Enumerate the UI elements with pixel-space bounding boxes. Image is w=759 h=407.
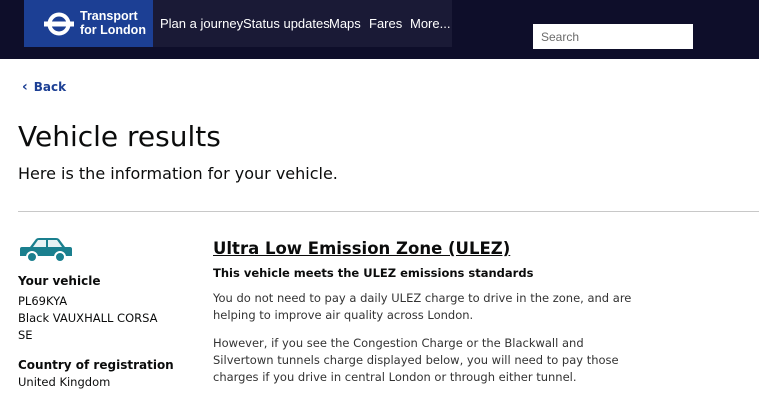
your-vehicle-label: Your vehicle (18, 274, 101, 288)
divider (18, 211, 759, 212)
brand-name: Transport for London (80, 9, 146, 37)
back-label: Back (33, 80, 67, 94)
tfl-logo-link[interactable]: Transport for London (24, 0, 153, 47)
country-label: Country of registration (18, 358, 174, 372)
vehicle-registration: PL69KYA (18, 294, 68, 308)
chevron-left-icon: ‹ (22, 79, 28, 95)
nav-plan-a-journey[interactable]: Plan a journey (160, 0, 243, 47)
search-input[interactable] (533, 24, 693, 49)
ulez-heading-link[interactable]: Ultra Low Emission Zone (ULEZ) (213, 239, 510, 258)
nav-fares[interactable]: Fares (369, 0, 402, 47)
nav-maps[interactable]: Maps (329, 0, 361, 47)
country-value: United Kingdom (18, 375, 111, 389)
ulez-paragraph-1: You do not need to pay a daily ULEZ char… (213, 291, 632, 322)
back-link[interactable]: ‹ Back (22, 79, 66, 95)
ulez-status: This vehicle meets the ULEZ emissions st… (213, 266, 534, 280)
ulez-paragraph-2: However, if you see the Congestion Charg… (213, 336, 619, 384)
vehicle-variant: SE (18, 328, 33, 342)
nav-more[interactable]: More... (410, 0, 450, 47)
page-title: Vehicle results (18, 120, 221, 153)
nav-status-updates[interactable]: Status updates (243, 0, 330, 47)
car-icon (20, 238, 72, 263)
roundel-icon (44, 12, 74, 36)
vehicle-description: Black VAUXHALL CORSA (18, 311, 158, 325)
page-subtitle: Here is the information for your vehicle… (18, 164, 338, 183)
